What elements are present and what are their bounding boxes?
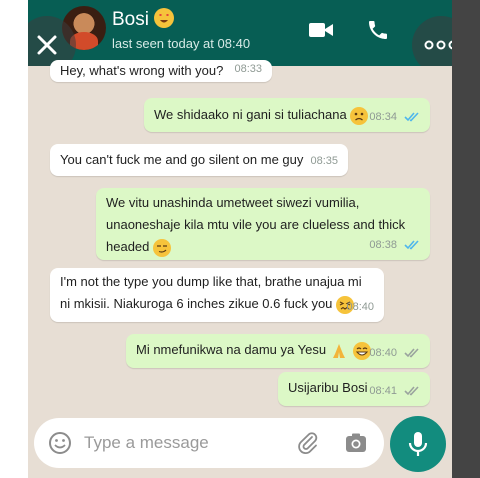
right-border [452, 0, 480, 478]
message-list[interactable]: Hey, what's wrong with you? 08:33 We shi… [28, 60, 452, 478]
message-outgoing[interactable]: We vitu unashinda umetweet siwezi vumili… [96, 188, 430, 260]
message-time: 08:40 [369, 347, 397, 359]
chat-screen: Bosi last seen today at 08:40 Hey, what'… [28, 0, 452, 478]
message-time: 08:38 [369, 239, 397, 251]
message-meta: 08:34 [369, 106, 420, 128]
mic-icon [408, 432, 428, 456]
smirking-face-emoji [153, 238, 172, 257]
message-composer[interactable]: Type a message [34, 418, 384, 468]
screenshot-frame: Bosi last seen today at 08:40 Hey, what'… [0, 0, 480, 478]
message-meta: 08:41 [369, 380, 420, 402]
message-outgoing[interactable]: Usijaribu Bosi 08:41 [278, 372, 430, 406]
left-border [0, 0, 28, 478]
message-time: 08:33 [234, 63, 262, 75]
message-text: Usijaribu Bosi [288, 380, 368, 395]
close-icon [37, 35, 57, 55]
message-time: 08:41 [369, 385, 397, 397]
read-receipt-icon [404, 112, 419, 122]
smiling-heart-eyes-emoji [154, 8, 175, 28]
contact-name[interactable]: Bosi [112, 8, 175, 31]
message-text: We vitu unashinda umetweet siwezi vumili… [106, 195, 406, 254]
delivered-receipt-icon [404, 386, 419, 396]
message-outgoing[interactable]: Mi nmefunikwa na damu ya Yesu 08:40 [126, 334, 430, 368]
more-options-icon [424, 40, 452, 50]
message-meta: 08:38 [369, 234, 420, 256]
message-meta: 08:40 [369, 342, 420, 364]
message-text: I'm not the type you dump like that, bra… [60, 274, 362, 311]
attach-icon[interactable] [296, 431, 320, 460]
chat-header: Bosi last seen today at 08:40 [28, 0, 452, 66]
message-text: You can't fuck me and go silent on me gu… [60, 152, 304, 167]
slightly-frowning-face-emoji [350, 106, 369, 125]
message-text: Mi nmefunikwa na damu ya Yesu [136, 342, 327, 357]
message-incoming[interactable]: Hey, what's wrong with you? 08:33 [50, 60, 272, 82]
message-text: We shidaako ni gani si tuliachana [154, 107, 347, 122]
read-receipt-icon [404, 240, 419, 250]
folded-hands-emoji [330, 342, 348, 360]
last-seen-status: last seen today at 08:40 [112, 36, 251, 51]
phone-call-icon[interactable] [366, 18, 390, 47]
message-outgoing[interactable]: We shidaako ni gani si tuliachana 08:34 [144, 98, 430, 132]
video-call-icon[interactable] [308, 20, 334, 45]
emoji-icon[interactable] [48, 431, 72, 460]
delivered-receipt-icon [404, 348, 419, 358]
camera-icon[interactable] [344, 431, 368, 460]
message-incoming[interactable]: I'm not the type you dump like that, bra… [50, 268, 384, 322]
message-input[interactable]: Type a message [84, 433, 209, 453]
message-time: 08:40 [346, 301, 374, 313]
message-text: Hey, what's wrong with you? [60, 63, 224, 78]
message-time: 08:34 [369, 111, 397, 123]
message-time: 08:35 [310, 155, 338, 167]
message-incoming[interactable]: You can't fuck me and go silent on me gu… [50, 144, 348, 176]
voice-message-button[interactable] [390, 416, 446, 472]
